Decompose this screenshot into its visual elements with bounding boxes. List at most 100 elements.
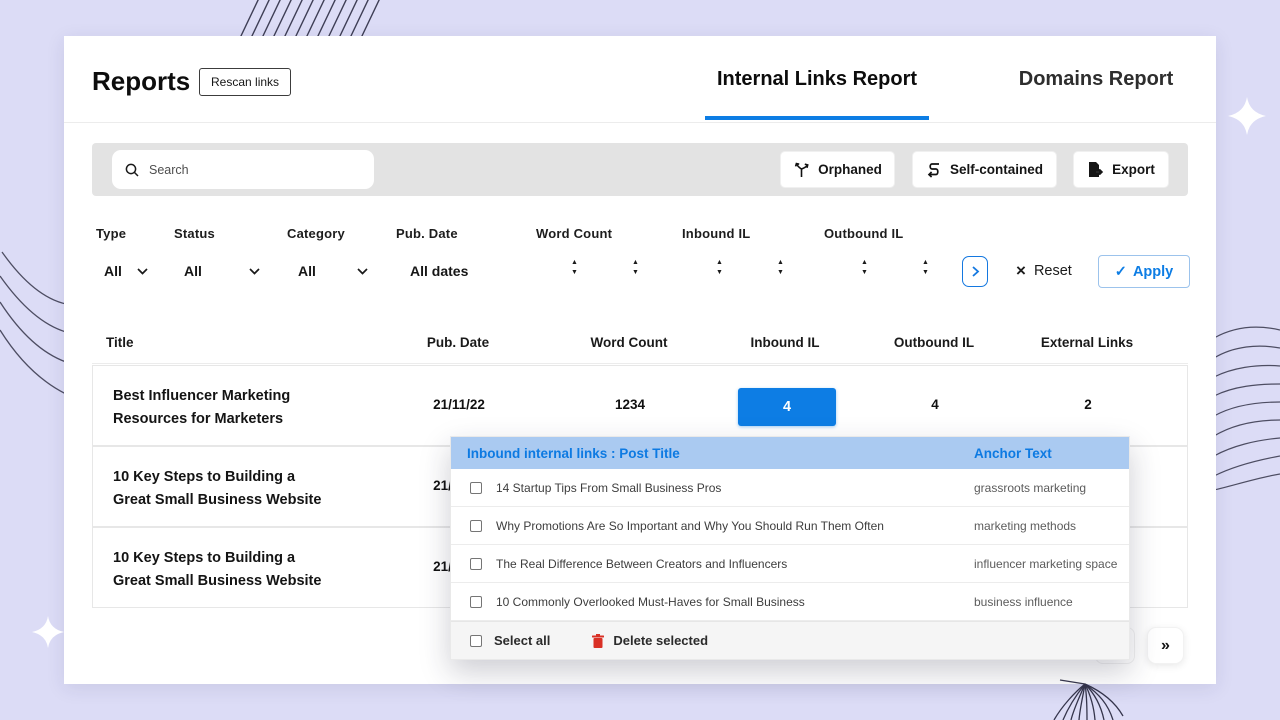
popup-footer: Select all Delete selected (451, 621, 1129, 659)
column-header-outbound-il: Outbound IL (874, 335, 994, 350)
rescan-links-button[interactable]: Rescan links (199, 68, 291, 96)
table-header-row: Title Pub. Date Word Count Inbound IL Ou… (92, 324, 1188, 364)
orphaned-button[interactable]: Orphaned (780, 151, 895, 188)
decoration-hatch-lines (230, 0, 390, 38)
post-title[interactable]: 10 Key Steps to Building a Great Small B… (113, 547, 325, 593)
delete-selected-label: Delete selected (613, 633, 708, 648)
row-checkbox[interactable] (470, 482, 482, 494)
sparkle-icon-right (1228, 97, 1266, 135)
popup-row: The Real Difference Between Creators and… (451, 545, 1129, 583)
popup-anchor-text: marketing methods (974, 519, 1076, 533)
decoration-left-arcs (0, 250, 66, 440)
post-title[interactable]: 10 Key Steps to Building a Great Small B… (113, 466, 325, 512)
inbound-il-min-stepper[interactable]: ▲▼ (716, 259, 723, 276)
reset-button-label: Reset (1034, 263, 1072, 279)
column-header-inbound-il: Inbound IL (725, 335, 845, 350)
row-checkbox[interactable] (470, 520, 482, 532)
check-icon: ✓ (1115, 264, 1127, 280)
toolbar: Orphaned Self-contained Export (92, 143, 1188, 196)
type-select[interactable]: All (104, 263, 149, 279)
external-links-value: 2 (1028, 397, 1148, 412)
outbound-il-value: 4 (875, 397, 995, 412)
chevron-down-icon (248, 267, 261, 276)
self-contained-button[interactable]: Self-contained (912, 151, 1057, 188)
pub-date-select-value: All dates (410, 263, 468, 279)
popup-anchor-text: influencer marketing space (974, 557, 1117, 571)
category-select[interactable]: All (298, 263, 369, 279)
filter-label-inbound-il: Inbound IL (682, 226, 750, 241)
column-header-pub-date: Pub. Date (398, 335, 518, 350)
self-contained-icon (926, 161, 942, 178)
search-icon (124, 162, 140, 178)
export-button[interactable]: Export (1073, 151, 1169, 188)
pub-date-value: 21/11/22 (399, 397, 519, 412)
post-title[interactable]: Best Influencer Marketing Resources for … (113, 385, 325, 431)
select-all-label[interactable]: Select all (494, 633, 550, 648)
popup-post-title[interactable]: 14 Startup Tips From Small Business Pros (496, 481, 721, 495)
sparkle-icon-left (32, 616, 64, 648)
type-select-value: All (104, 263, 122, 279)
filter-label-status: Status (174, 226, 215, 241)
chevron-down-icon (356, 267, 369, 276)
category-select-value: All (298, 263, 316, 279)
search-input[interactable] (149, 163, 349, 177)
table-row: Best Influencer Marketing Resources for … (92, 365, 1188, 446)
trash-icon (592, 634, 604, 648)
header-divider (64, 122, 1216, 123)
export-document-icon (1087, 161, 1104, 178)
chevron-right-icon (971, 265, 980, 278)
row-checkbox[interactable] (470, 596, 482, 608)
reset-button[interactable]: × Reset (1016, 261, 1072, 281)
popup-post-title[interactable]: 10 Commonly Overlooked Must-Haves for Sm… (496, 595, 805, 609)
inbound-il-max-stepper[interactable]: ▲▼ (777, 259, 784, 276)
self-contained-button-label: Self-contained (950, 162, 1043, 177)
tab-domains-report[interactable]: Domains Report (1008, 68, 1184, 91)
popup-anchor-text: grassroots marketing (974, 481, 1086, 495)
popup-row: Why Promotions Are So Important and Why … (451, 507, 1129, 545)
apply-button[interactable]: ✓ Apply (1098, 255, 1190, 288)
active-tab-underline (705, 116, 929, 120)
word-count-value: 1234 (570, 397, 690, 412)
more-filters-button[interactable] (962, 256, 988, 287)
popup-post-title[interactable]: Why Promotions Are So Important and Why … (496, 519, 884, 533)
filter-label-pub-date: Pub. Date (396, 226, 458, 241)
status-select-value: All (184, 263, 202, 279)
x-icon: × (1016, 261, 1026, 281)
tab-internal-links-report[interactable]: Internal Links Report (705, 68, 929, 91)
apply-button-label: Apply (1133, 264, 1173, 280)
column-header-external-links: External Links (1027, 335, 1147, 350)
orphaned-button-label: Orphaned (818, 162, 882, 177)
delete-selected-button[interactable]: Delete selected (592, 633, 708, 648)
export-button-label: Export (1112, 162, 1155, 177)
filter-label-word-count: Word Count (536, 226, 612, 241)
filter-label-outbound-il: Outbound IL (824, 226, 903, 241)
filter-label-category: Category (287, 226, 345, 241)
page-title: Reports (92, 66, 190, 97)
popup-title-column-header: Inbound internal links : Post Title (467, 446, 680, 461)
select-all-checkbox[interactable] (470, 635, 482, 647)
word-count-min-stepper[interactable]: ▲▼ (571, 259, 578, 276)
outbound-il-max-stepper[interactable]: ▲▼ (922, 259, 929, 276)
search-box[interactable] (112, 150, 374, 189)
decoration-right-waves (1214, 320, 1280, 490)
orphaned-branch-icon (793, 161, 810, 178)
word-count-max-stepper[interactable]: ▲▼ (632, 259, 639, 276)
column-header-title: Title (106, 335, 134, 350)
popup-row: 10 Commonly Overlooked Must-Haves for Sm… (451, 583, 1129, 621)
popup-post-title[interactable]: The Real Difference Between Creators and… (496, 557, 787, 571)
inbound-links-popup: Inbound internal links : Post Title Anch… (450, 436, 1130, 660)
popup-anchor-column-header: Anchor Text (974, 446, 1052, 461)
popup-header: Inbound internal links : Post Title Anch… (451, 437, 1129, 469)
status-select[interactable]: All (184, 263, 261, 279)
row-checkbox[interactable] (470, 558, 482, 570)
filter-label-type: Type (96, 226, 126, 241)
outbound-il-min-stepper[interactable]: ▲▼ (861, 259, 868, 276)
page: Reports Rescan links Internal Links Repo… (0, 0, 1280, 720)
pub-date-select[interactable]: All dates (410, 263, 468, 279)
chevron-down-icon (136, 267, 149, 276)
popup-row: 14 Startup Tips From Small Business Pros… (451, 469, 1129, 507)
column-header-word-count: Word Count (569, 335, 689, 350)
inbound-il-badge[interactable]: 4 (738, 388, 836, 426)
pagination-next-button[interactable]: » (1147, 627, 1184, 664)
popup-anchor-text: business influence (974, 595, 1073, 609)
